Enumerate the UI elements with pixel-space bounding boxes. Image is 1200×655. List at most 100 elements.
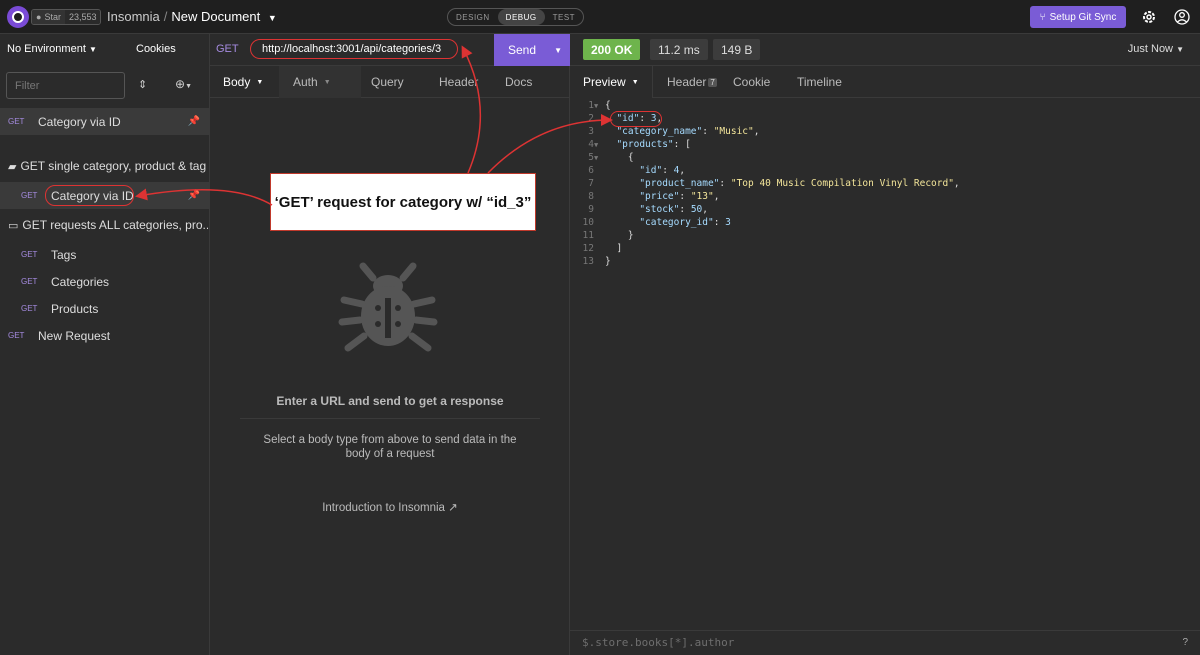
git-branch-icon: ⑂ <box>1039 11 1046 23</box>
annotation-oval-sidebar <box>45 185 134 206</box>
intro-link[interactable]: Introduction to Insomnia ↗ <box>240 500 540 514</box>
sidebar-item-tags[interactable]: GET Tags <box>0 241 210 268</box>
sidebar-filter-input[interactable] <box>6 72 125 99</box>
request-tabs: Body ▼ Auth ▼ Query Header Docs <box>210 66 570 98</box>
response-pane: 200 OK 11.2 ms 149 B Just Now ▼ Preview ▼… <box>570 34 1200 655</box>
star-label: Star <box>44 12 61 22</box>
help-icon[interactable]: ? <box>1182 637 1188 648</box>
tab-timeline[interactable]: Timeline <box>797 66 877 98</box>
external-link-icon: ↗ <box>448 502 458 514</box>
environment-row: No Environment ▼ Cookies <box>0 34 210 64</box>
tab-query[interactable]: Query <box>361 66 439 98</box>
chevron-down-icon: ▼ <box>323 78 331 86</box>
response-size-badge: 149 B <box>713 39 761 60</box>
tab-label: Body <box>223 75 251 89</box>
sidebar-item-products[interactable]: GET Products <box>0 295 210 322</box>
method-badge: GET <box>21 250 38 259</box>
chevron-down-icon[interactable]: ▼ <box>268 13 277 23</box>
folder-icon: ▭ <box>8 219 19 232</box>
response-status-bar: 200 OK 11.2 ms 149 B Just Now ▼ <box>570 34 1200 66</box>
request-name: New Request <box>38 328 111 343</box>
send-button[interactable]: Send ▼ <box>494 34 570 66</box>
response-time-badge: 11.2 ms <box>650 39 708 60</box>
account-button[interactable] <box>1171 6 1193 28</box>
tab-header[interactable]: Header <box>439 66 505 98</box>
user-icon <box>1174 9 1190 25</box>
breadcrumb-document[interactable]: New Document <box>171 9 260 24</box>
history-dropdown[interactable]: Just Now ▼ <box>1128 43 1184 55</box>
tab-label: Preview <box>583 75 626 89</box>
tab-cookie[interactable]: Cookie <box>733 66 797 98</box>
request-name: Products <box>51 301 99 316</box>
settings-button[interactable] <box>1138 6 1160 28</box>
pin-icon[interactable]: 📌 <box>188 116 200 127</box>
tab-docs[interactable]: Docs <box>505 66 565 98</box>
tab-design[interactable]: DESIGN <box>448 9 498 25</box>
breadcrumb-app[interactable]: Insomnia <box>107 9 160 24</box>
plus-circle-icon: ⊕ <box>175 77 186 91</box>
send-label: Send <box>508 43 537 57</box>
empty-state-title: Enter a URL and send to get a response <box>276 394 504 408</box>
response-filter-input[interactable] <box>582 636 982 649</box>
tab-auth[interactable]: Auth ▼ <box>279 66 361 98</box>
environment-label: No Environment <box>7 43 86 55</box>
method-badge: GET <box>21 304 38 313</box>
header-count-badge: 7 <box>708 77 717 87</box>
tab-preview[interactable]: Preview ▼ <box>570 66 653 98</box>
setup-git-sync-button[interactable]: ⑂ Setup Git Sync <box>1030 6 1126 28</box>
response-filter-bar: ? <box>570 630 1200 655</box>
timestamp-label: Just Now <box>1127 43 1174 55</box>
method-selector[interactable]: GET <box>216 43 239 55</box>
top-bar: ● Star 23,553 Insomnia / New Document ▼ DES… <box>0 0 1200 34</box>
request-pane: GET http://localhost:3001/api/categories… <box>210 34 570 655</box>
status-badge: 200 OK <box>583 39 641 60</box>
request-name: Categories <box>51 274 110 289</box>
github-icon: ● <box>36 12 42 22</box>
folder-single-category[interactable]: ▰ GET single category, product & tag <box>8 159 208 173</box>
tab-header[interactable]: Header 7 <box>653 66 733 98</box>
tab-test[interactable]: TEST <box>545 9 583 25</box>
tab-label: Auth <box>293 75 318 89</box>
sidebar-item-new-request[interactable]: GET New Request <box>0 322 210 349</box>
method-badge: GET <box>8 331 25 340</box>
method-badge: GET <box>8 117 25 126</box>
folder-name: GET requests ALL categories, pro... <box>22 218 208 232</box>
breadcrumb: Insomnia / New Document ▼ <box>107 9 277 24</box>
sidebar: No Environment ▼ Cookies ⇕ ⊕▼ GET Catego… <box>0 34 210 655</box>
response-tabs: Preview ▼ Header 7 Cookie Timeline <box>570 66 1200 98</box>
github-star-badge[interactable]: ● Star 23,553 <box>31 9 102 25</box>
tab-debug[interactable]: DEBUG <box>497 9 545 25</box>
bug-icon <box>338 262 438 352</box>
sidebar-item-pinned-category[interactable]: GET Category via ID 📌 <box>0 108 210 135</box>
annotation-oval-url <box>250 39 458 59</box>
chevron-down-icon: ▼ <box>185 83 192 90</box>
folder-name: GET single category, product & tag <box>20 159 207 173</box>
empty-state-subtitle: Select a body type from above to send da… <box>263 434 517 460</box>
insomnia-logo-icon[interactable] <box>7 6 29 28</box>
annotation-oval-id <box>610 111 662 127</box>
sidebar-item-categories[interactable]: GET Categories <box>0 268 210 295</box>
chevron-down-icon: ▼ <box>256 78 264 86</box>
tab-body[interactable]: Body ▼ <box>210 66 279 98</box>
mode-switcher: DESIGN DEBUG TEST <box>447 8 585 26</box>
chevron-down-icon: ▼ <box>88 45 97 54</box>
method-badge: GET <box>21 277 38 286</box>
environment-selector[interactable]: No Environment ▼ <box>7 43 97 55</box>
git-sync-label: Setup Git Sync <box>1049 11 1117 23</box>
sort-icon[interactable]: ⇕ <box>138 78 147 91</box>
star-count: 23,553 <box>64 10 101 24</box>
gear-icon <box>1143 11 1155 23</box>
chevron-down-icon: ▼ <box>631 78 639 86</box>
request-name: Category via ID <box>38 114 121 129</box>
cookies-button[interactable]: Cookies <box>136 43 176 55</box>
request-name: Tags <box>51 247 77 262</box>
breadcrumb-separator: / <box>163 9 168 24</box>
chevron-down-icon[interactable]: ▼ <box>554 46 562 55</box>
tab-label: Header <box>667 75 707 89</box>
annotation-callout: ‘GET’ request for category w/ “id_3” <box>270 173 536 231</box>
folder-all-categories[interactable]: ▭ GET requests ALL categories, pro... <box>8 218 208 232</box>
intro-link-label: Introduction to Insomnia <box>322 502 445 514</box>
add-dropdown-button[interactable]: ⊕▼ <box>175 77 192 91</box>
folder-open-icon: ▰ <box>8 160 17 173</box>
pin-icon[interactable]: 📌 <box>188 190 200 201</box>
